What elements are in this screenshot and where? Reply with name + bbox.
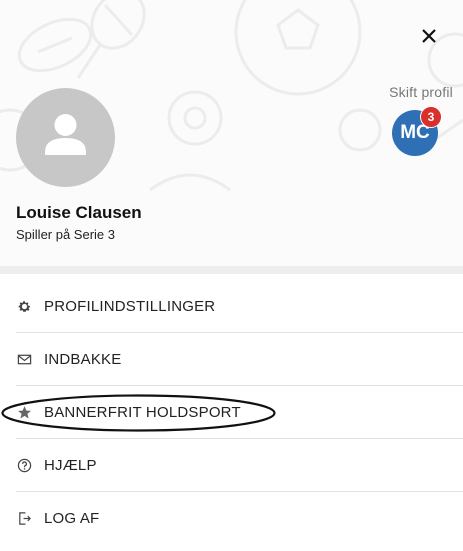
envelope-icon: [16, 351, 32, 367]
user-silhouette-icon: [45, 114, 86, 155]
logout-icon: [16, 510, 32, 526]
profile-name: Louise Clausen: [16, 203, 142, 222]
menu-item-label: LOG AF: [44, 509, 100, 527]
notification-badge: 3: [420, 106, 442, 128]
menu-item-label: INDBAKKE: [44, 350, 122, 368]
profile-header: Skift profil MC 3 Louise Clausen Spiller…: [0, 0, 463, 270]
menu-item-help[interactable]: HJÆLP: [16, 439, 463, 492]
section-divider: [0, 266, 463, 274]
menu-item-profile-settings[interactable]: PROFILINDSTILLINGER: [16, 280, 463, 333]
profile-role: Spiller på Serie 3: [16, 227, 115, 242]
highlight-ellipse-annotation: [1, 394, 276, 432]
close-icon[interactable]: [417, 24, 441, 48]
menu-item-inbox[interactable]: INDBAKKE: [16, 333, 463, 386]
switch-profile-label[interactable]: Skift profil: [389, 84, 453, 100]
help-circle-icon: [16, 457, 32, 473]
menu-item-label: PROFILINDSTILLINGER: [44, 297, 216, 315]
menu-item-logout[interactable]: LOG AF: [16, 492, 463, 544]
menu-item-label: HJÆLP: [44, 456, 97, 474]
gear-icon: [16, 298, 32, 314]
avatar[interactable]: [16, 88, 115, 187]
